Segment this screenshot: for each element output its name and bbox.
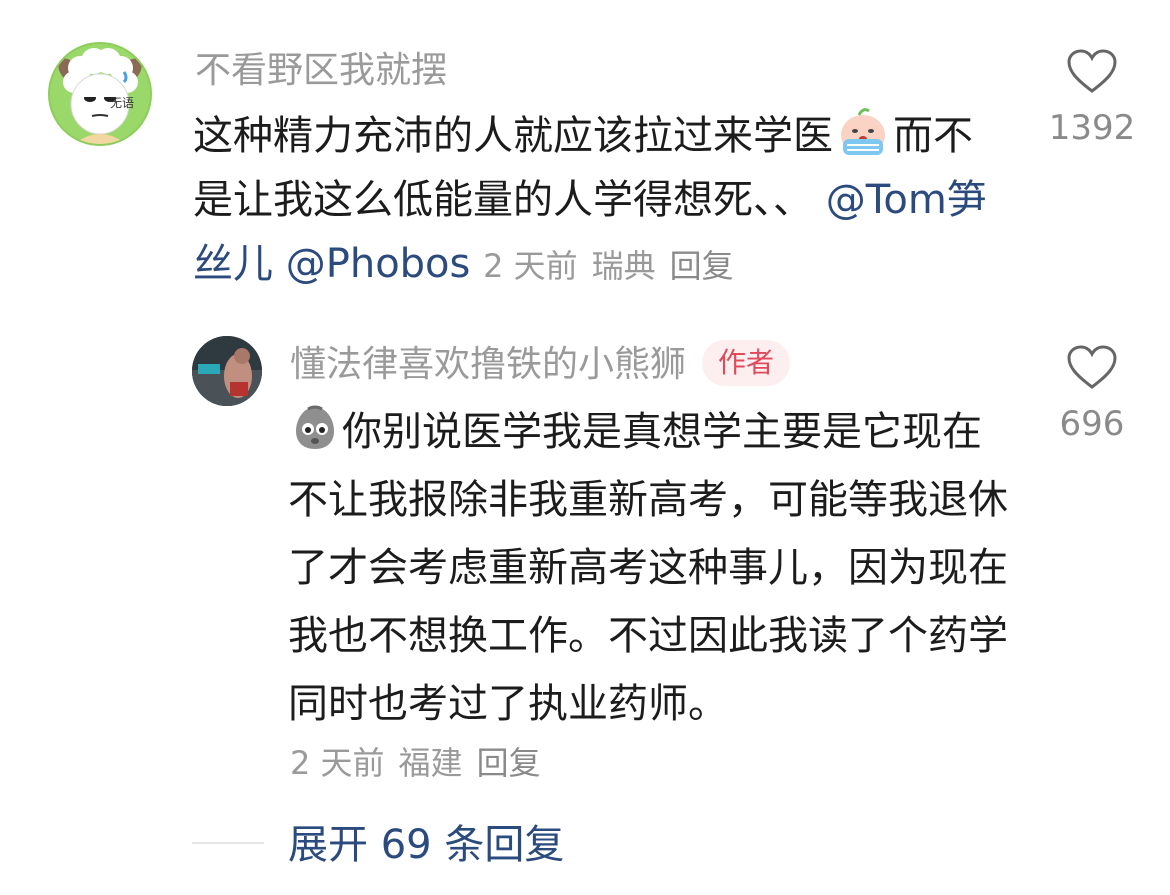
reply-like-group: 696	[1032, 344, 1152, 444]
comment-time: 2 天前	[483, 247, 578, 285]
comment-location: 瑞典	[591, 247, 656, 285]
expand-divider	[192, 842, 264, 844]
heart-icon[interactable]	[1066, 48, 1118, 94]
reply-body: 你别说医学我是真想学主要是它现在不让我报除非我重新高考，可能等我退休了才会考虑重…	[288, 398, 1008, 738]
replier-username[interactable]: 懂法律喜欢撸铁的小熊狮	[290, 344, 686, 385]
comment-text-part1: 这种精力充沛的人就应该拉过来学医	[193, 113, 833, 159]
reply-button[interactable]: 回复	[670, 247, 734, 285]
comment-meta: 2 天前 瑞典 回复	[483, 247, 748, 285]
expand-replies-link[interactable]: 展开 69 条回复	[288, 818, 564, 872]
mention-link[interactable]: @Phobos	[286, 241, 471, 287]
comment-body: 这种精力充沛的人就应该拉过来学医 而不是让我这么低能量的人学得想死、、 @Tom…	[193, 104, 993, 298]
avatar-commenter[interactable]: 无语	[48, 42, 152, 146]
like-group: 1392	[1032, 48, 1152, 148]
avatar-replier[interactable]	[192, 336, 262, 406]
sheep-avatar-icon	[50, 44, 150, 144]
crying-emoji-icon	[835, 105, 891, 159]
gym-photo-avatar-icon	[192, 336, 262, 406]
worried-face-emoji-icon	[290, 403, 340, 453]
replier-username-row: 懂法律喜欢撸铁的小熊狮 作者	[290, 338, 791, 392]
commenter-username[interactable]: 不看野区我就摆	[195, 44, 447, 98]
reply-like-count: 696	[1059, 404, 1125, 444]
heart-icon[interactable]	[1066, 344, 1118, 390]
avatar-label: 无语	[110, 96, 135, 110]
like-count: 1392	[1048, 108, 1136, 148]
reply-location: 福建	[398, 744, 463, 782]
reply-button[interactable]: 回复	[477, 744, 541, 782]
author-badge: 作者	[702, 340, 791, 386]
reply-time: 2 天前	[290, 744, 385, 782]
reply-meta: 2 天前 福建 回复	[290, 740, 555, 786]
reply-text: 你别说医学我是真想学主要是它现在不让我报除非我重新高考，可能等我退休了才会考虑重…	[288, 409, 1008, 727]
